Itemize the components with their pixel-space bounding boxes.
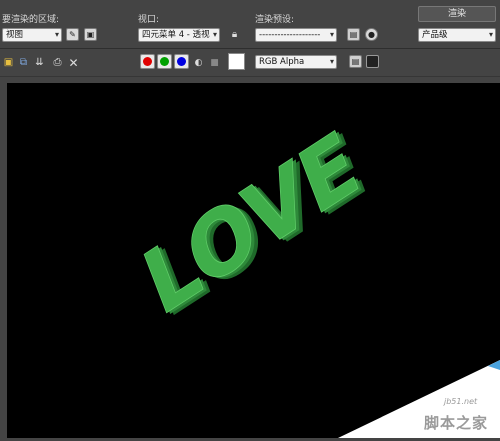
chevron-down-icon: ▾: [54, 30, 59, 39]
love-text-face: LOVE: [132, 112, 371, 337]
toolbar-separator: [0, 48, 500, 49]
quality-value: 产品级: [422, 30, 448, 40]
render-preset-value: --------------------: [259, 30, 321, 40]
green-channel-button[interactable]: [157, 54, 172, 69]
area-to-render-dropdown[interactable]: 视图 ▾: [2, 28, 62, 42]
render-setup-icon[interactable]: ●: [365, 28, 378, 41]
area-to-render-label: 要渲染的区域:: [2, 15, 60, 25]
chevron-down-icon: ▾: [488, 30, 493, 39]
chevron-down-icon: ▾: [329, 30, 334, 39]
chevron-down-icon: ▾: [329, 57, 334, 66]
render-preset-dropdown[interactable]: -------------------- ▾: [255, 28, 337, 42]
save-image-icon[interactable]: ▣: [2, 56, 15, 69]
watermark-site: jb51.net: [444, 397, 478, 406]
color-swatch[interactable]: [228, 53, 245, 70]
chevron-down-icon: ▾: [212, 30, 217, 39]
red-channel-button[interactable]: [140, 54, 155, 69]
viewport-value: 四元菜单 4 - 透视: [142, 30, 210, 40]
love-3d-text: LOVE LOVE LOVE: [131, 111, 378, 339]
edit-region-icon[interactable]: ✎: [66, 28, 79, 41]
alpha-toggle-icon[interactable]: ◐: [192, 56, 205, 69]
quality-dropdown[interactable]: 产品级 ▾: [418, 28, 496, 42]
green-channel-icon: [160, 57, 169, 66]
clear-icon[interactable]: ✕: [67, 56, 80, 70]
toggle-ui-icon[interactable]: [366, 55, 379, 68]
print-icon[interactable]: ⎙: [51, 56, 64, 69]
lock-icon[interactable]: 🔒︎: [228, 28, 241, 41]
save-preset-icon[interactable]: ▤: [347, 28, 360, 41]
monochrome-icon[interactable]: ■: [208, 56, 221, 69]
display-channel-dropdown[interactable]: RGB Alpha ▾: [255, 55, 337, 69]
render-preset-label: 渲染预设:: [255, 15, 295, 25]
clone-frame-icon[interactable]: ⇊: [33, 56, 46, 69]
auto-region-icon[interactable]: ▣: [84, 28, 97, 41]
toggle-ui-overlay-icon[interactable]: ▤: [349, 55, 362, 68]
viewport-label: 视口:: [138, 15, 160, 25]
blue-channel-button[interactable]: [174, 54, 189, 69]
blue-channel-icon: [177, 57, 186, 66]
watermark-brand: 脚本之家: [424, 414, 489, 432]
viewport-dropdown[interactable]: 四元菜单 4 - 透视 ▾: [138, 28, 220, 42]
render-button[interactable]: 渲染: [418, 6, 496, 22]
toolbar-separator: [0, 76, 500, 77]
display-channel-value: RGB Alpha: [259, 57, 305, 67]
area-to-render-value: 视图: [6, 30, 24, 40]
red-channel-icon: [143, 57, 152, 66]
copy-image-icon[interactable]: ⧉: [17, 56, 30, 69]
